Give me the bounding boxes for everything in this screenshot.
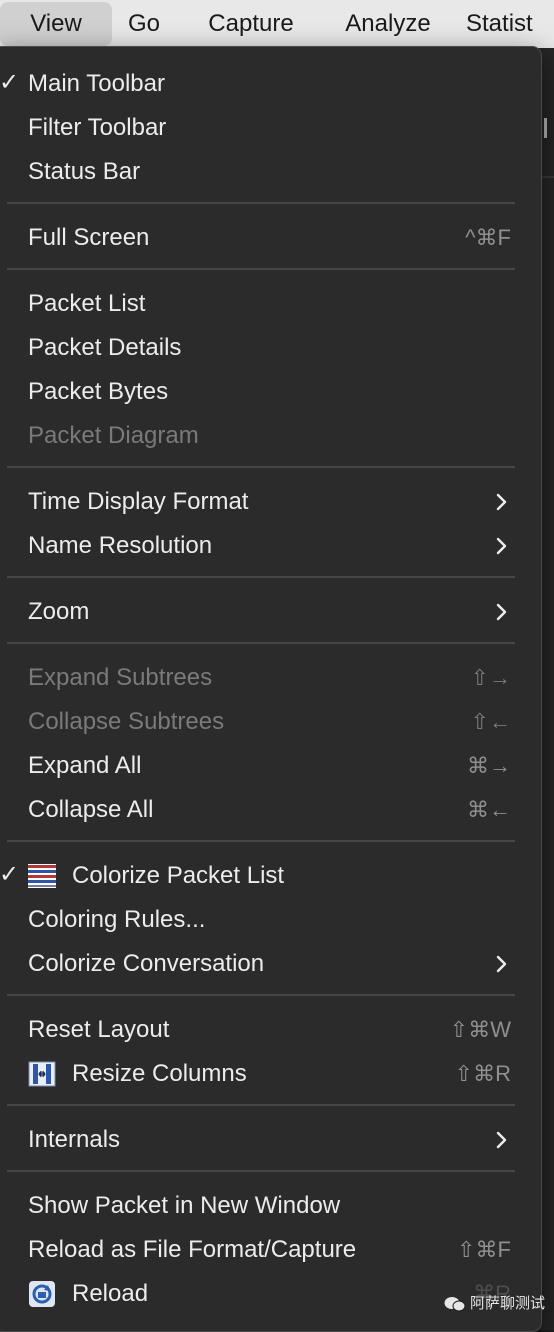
menu-separator — [7, 1104, 515, 1106]
menu-item-main-toolbar[interactable]: ✓ Main Toolbar — [0, 62, 541, 106]
menu-item-label: Resize Columns — [72, 1060, 247, 1087]
menu-item-shortcut: ⇧⌘R — [454, 1061, 511, 1086]
menu-item-shortcut: ⌘→ — [467, 753, 511, 778]
menu-separator — [7, 202, 515, 204]
menubar-view[interactable]: View — [0, 2, 112, 46]
menu-item-reload-as-file-format[interactable]: Reload as File Format/Capture ⇧⌘F — [0, 1228, 541, 1272]
menu-item-label: Expand Subtrees — [28, 664, 213, 691]
menu-item-label: Packet Details — [28, 334, 182, 361]
menu-item-expand-subtrees: Expand Subtrees ⇧→ — [0, 656, 541, 700]
menu-item-label: Zoom — [28, 598, 90, 625]
menu-item-packet-diagram: Packet Diagram — [0, 414, 541, 458]
menu-item-expand-all[interactable]: Expand All ⌘→ — [0, 744, 541, 788]
menu-item-shortcut: ⇧⌘F — [457, 1237, 511, 1262]
menu-item-colorize-packet-list[interactable]: ✓ Colorize Packet List — [0, 854, 541, 898]
resize-columns-icon — [28, 1060, 56, 1088]
menu-item-shortcut: ⌘← — [467, 797, 511, 822]
menu-item-label: Reset Layout — [28, 1016, 170, 1043]
menu-separator — [7, 642, 515, 644]
chevron-right-icon — [493, 603, 511, 621]
menubar-go[interactable]: Go — [116, 0, 172, 48]
checkmark-icon: ✓ — [0, 69, 20, 96]
menu-separator — [7, 268, 515, 270]
watermark: 阿萨聊测试 — [444, 1292, 545, 1316]
watermark-text: 阿萨聊测试 — [470, 1295, 546, 1312]
menu-item-packet-details[interactable]: Packet Details — [0, 326, 541, 370]
menu-item-label: Expand All — [28, 752, 142, 779]
menu-item-label: Full Screen — [28, 224, 150, 251]
chevron-right-icon — [493, 955, 511, 973]
view-menu: ✓ Main Toolbar Filter Toolbar Status Bar… — [0, 46, 542, 1332]
menu-item-packet-list[interactable]: Packet List — [0, 282, 541, 326]
menu-item-zoom[interactable]: Zoom — [0, 590, 541, 634]
menu-separator — [7, 840, 515, 842]
colorize-list-icon — [28, 862, 56, 890]
menubar-statistics[interactable]: Statist — [466, 0, 554, 48]
menu-item-status-bar[interactable]: Status Bar — [0, 150, 541, 194]
menu-item-label: Collapse Subtrees — [28, 708, 225, 735]
menu-item-label: Colorize Packet List — [72, 862, 285, 889]
menu-item-full-screen[interactable]: Full Screen ^⌘F — [0, 216, 541, 260]
menu-separator — [7, 466, 515, 468]
menu-item-label: Colorize Conversation — [28, 950, 265, 977]
menu-item-label: Main Toolbar — [28, 70, 165, 97]
menu-item-shortcut: ⇧⌘W — [449, 1017, 511, 1042]
menu-item-label: Name Resolution — [28, 532, 213, 559]
menu-item-coloring-rules[interactable]: Coloring Rules... — [0, 898, 541, 942]
menu-item-collapse-subtrees: Collapse Subtrees ⇧← — [0, 700, 541, 744]
menu-item-resize-columns[interactable]: Resize Columns ⇧⌘R — [0, 1052, 541, 1096]
menu-item-internals[interactable]: Internals — [0, 1118, 541, 1162]
menu-item-label: Coloring Rules... — [28, 906, 206, 933]
chevron-right-icon — [493, 1131, 511, 1149]
menu-item-label: Packet List — [28, 290, 146, 317]
menu-item-collapse-all[interactable]: Collapse All ⌘← — [0, 788, 541, 832]
menu-item-label: Filter Toolbar — [28, 114, 167, 141]
menu-item-label: Packet Bytes — [28, 378, 169, 405]
menu-item-time-display-format[interactable]: Time Display Format — [0, 480, 541, 524]
menu-item-colorize-conversation[interactable]: Colorize Conversation — [0, 942, 541, 986]
menu-separator — [7, 994, 515, 996]
menu-item-shortcut: ⇧→ — [470, 665, 511, 690]
background-divider — [540, 176, 554, 178]
menu-bar: View Go Capture Analyze Statist — [0, 0, 554, 48]
background-window — [540, 48, 554, 1330]
menu-item-name-resolution[interactable]: Name Resolution — [0, 524, 541, 568]
menu-item-packet-bytes[interactable]: Packet Bytes — [0, 370, 541, 414]
reload-icon — [28, 1280, 56, 1308]
menu-item-label: Reload as File Format/Capture — [28, 1236, 357, 1263]
chat-bubble-icon — [444, 1295, 466, 1313]
menu-item-label: Status Bar — [28, 158, 141, 185]
menu-item-shortcut: ⇧← — [470, 709, 511, 734]
menu-item-label: Time Display Format — [28, 488, 249, 515]
menu-item-label: Internals — [28, 1126, 121, 1153]
menu-item-label: Reload — [72, 1280, 149, 1307]
menu-separator — [7, 576, 515, 578]
menu-item-label: Packet Diagram — [28, 422, 199, 449]
chevron-right-icon — [493, 537, 511, 555]
menu-item-label: Show Packet in New Window — [28, 1192, 341, 1219]
checkmark-icon: ✓ — [0, 861, 20, 888]
menu-item-shortcut: ^⌘F — [465, 225, 511, 250]
menubar-analyze[interactable]: Analyze — [330, 0, 446, 48]
menu-separator — [7, 1170, 515, 1172]
menu-item-filter-toolbar[interactable]: Filter Toolbar — [0, 106, 541, 150]
menu-item-show-packet-new-window[interactable]: Show Packet in New Window — [0, 1184, 541, 1228]
background-toolbar-glyph — [544, 118, 547, 138]
menu-item-label: Collapse All — [28, 796, 154, 823]
menubar-capture[interactable]: Capture — [192, 0, 310, 48]
chevron-right-icon — [493, 493, 511, 511]
menu-item-reset-layout[interactable]: Reset Layout ⇧⌘W — [0, 1008, 541, 1052]
